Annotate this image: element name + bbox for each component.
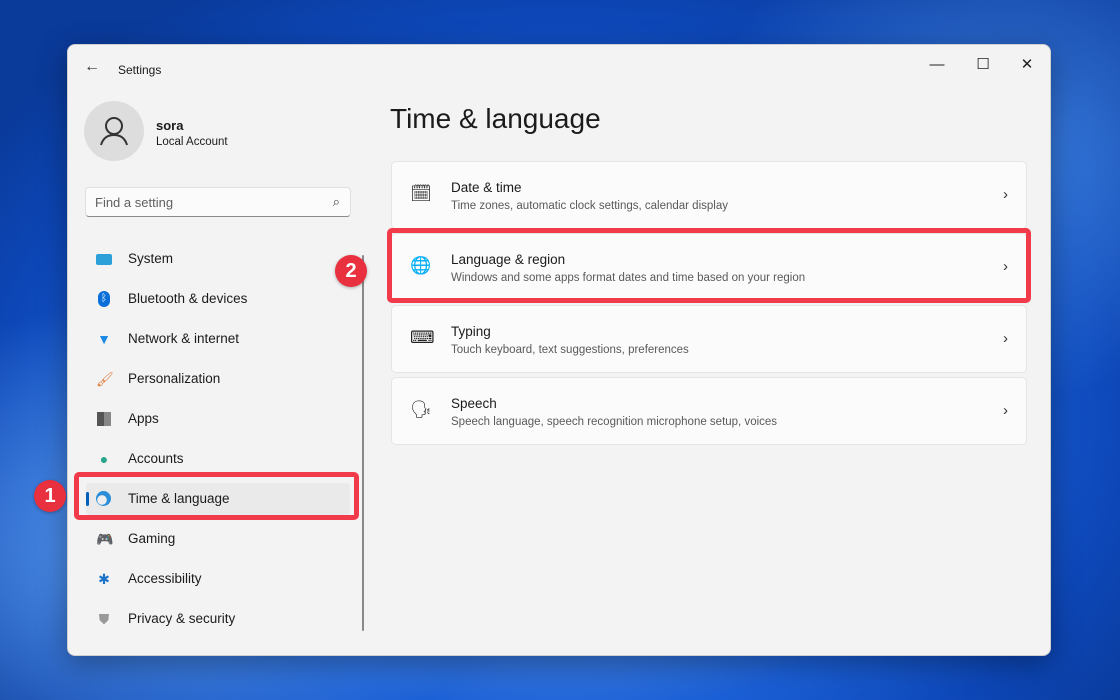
chevron-right-icon: ›	[1003, 186, 1008, 203]
monitor-icon	[96, 251, 112, 267]
sidebar-item-system[interactable]: System	[86, 243, 350, 275]
search-placeholder: Find a setting	[95, 195, 174, 210]
gamepad-icon: 🎮	[96, 531, 114, 547]
avatar[interactable]	[84, 101, 144, 161]
shield-icon: ⛊	[98, 611, 110, 627]
sidebar-item-accessibility[interactable]: ✱ Accessibility	[86, 563, 350, 595]
window-title: Settings	[118, 63, 162, 77]
sidebar-item-gaming[interactable]: 🎮 Gaming	[86, 523, 350, 555]
settings-window: ← Settings — ☐ ✕ sora Local Account Find…	[67, 44, 1051, 656]
page-title: Time & language	[390, 103, 601, 134]
sidebar-item-apps[interactable]: Apps	[86, 403, 350, 435]
chevron-right-icon: ›	[1003, 330, 1008, 347]
annotation-highlight-2	[387, 228, 1031, 303]
person-icon	[100, 117, 128, 146]
wifi-icon: ▼	[97, 331, 111, 347]
sidebar-scrollbar[interactable]	[362, 255, 364, 631]
card-date-time[interactable]: 🗓 Date & time Time zones, automatic clock …	[391, 161, 1027, 229]
keyboard-icon: ⌨	[410, 328, 435, 347]
card-typing[interactable]: ⌨ Typing Touch keyboard, text suggestions,…	[391, 305, 1027, 373]
speech-icon: 🗣	[410, 400, 432, 419]
apps-icon	[96, 411, 112, 427]
sidebar-item-privacy[interactable]: ⛊ Privacy & security	[86, 603, 350, 635]
card-speech[interactable]: 🗣 Speech Speech language, speech recogniti…	[391, 377, 1027, 445]
close-button[interactable]: ✕	[1004, 51, 1050, 79]
back-button[interactable]: ←	[84, 58, 100, 76]
sidebar-item-bluetooth[interactable]: ᛒ Bluetooth & devices	[86, 283, 350, 315]
sidebar-item-network[interactable]: ▼ Network & internet	[86, 323, 350, 355]
brush-icon: 🖌	[96, 371, 114, 387]
person-icon: ●	[99, 451, 109, 467]
annotation-badge-1: 1	[34, 480, 66, 512]
bluetooth-icon: ᛒ	[96, 291, 112, 307]
annotation-badge-2: 2	[335, 255, 367, 287]
search-icon: ⌕	[332, 194, 340, 209]
annotation-highlight-1	[74, 472, 359, 520]
maximize-button[interactable]: ☐	[960, 51, 1006, 79]
sidebar-item-personalization[interactable]: 🖌 Personalization	[86, 363, 350, 395]
search-input[interactable]: Find a setting ⌕	[85, 187, 351, 217]
sidebar-item-accounts[interactable]: ● Accounts	[86, 443, 350, 475]
user-name: sora	[156, 118, 184, 133]
chevron-right-icon: ›	[1003, 402, 1008, 419]
accessibility-icon: ✱	[98, 571, 110, 587]
minimize-button[interactable]: —	[914, 51, 960, 79]
account-type: Local Account	[156, 136, 228, 148]
calendar-clock-icon: 🗓	[410, 184, 432, 203]
